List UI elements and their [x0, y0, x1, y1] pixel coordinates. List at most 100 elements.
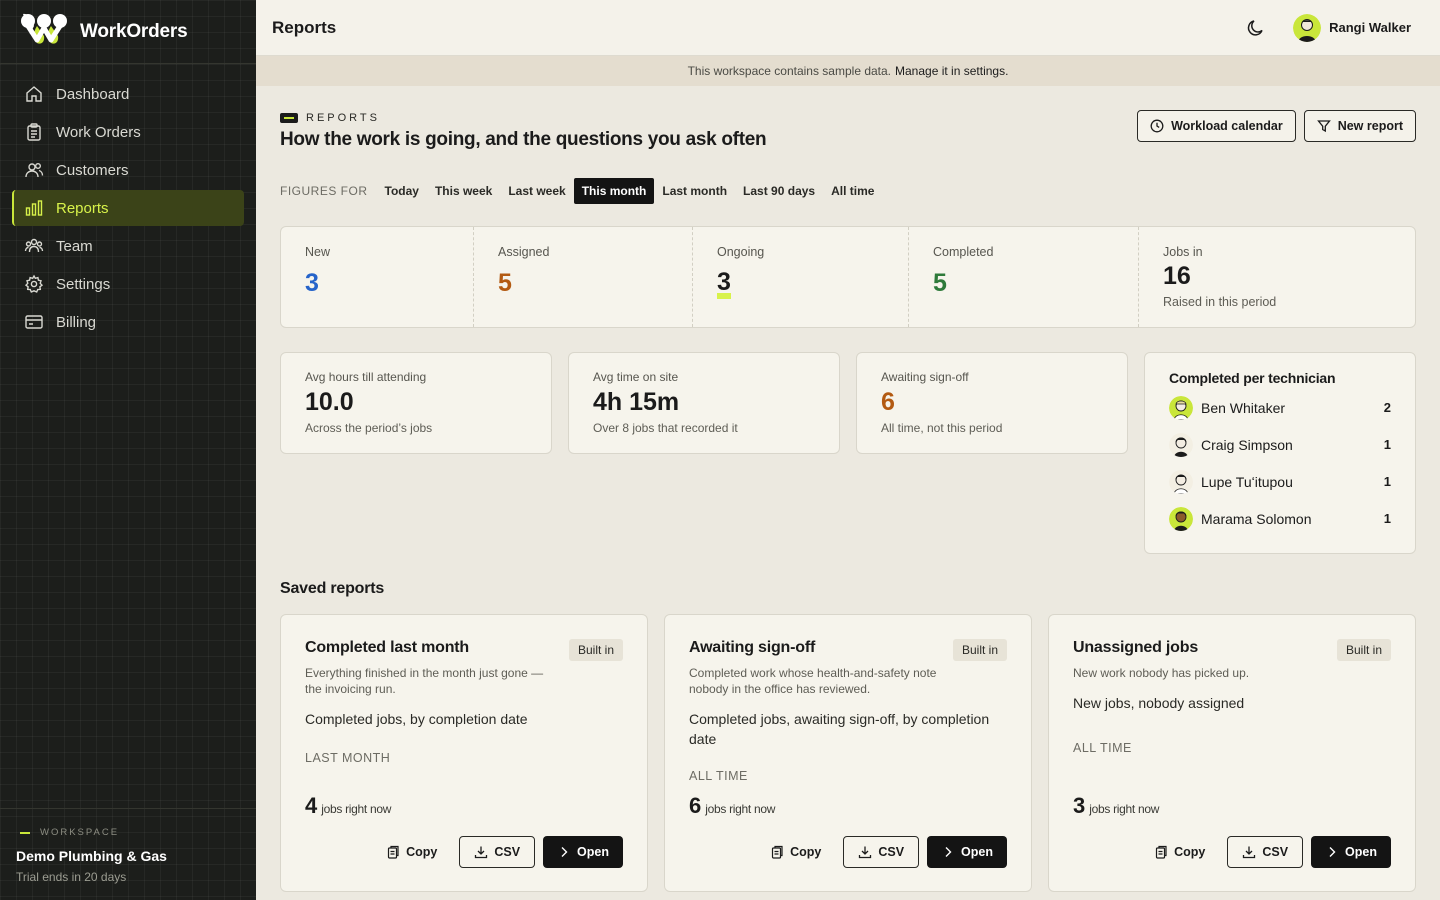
sidebar-item-label: Dashboard — [56, 85, 130, 103]
report-description: Everything finished in the month just go… — [305, 666, 544, 696]
card-icon — [24, 312, 44, 332]
built-in-badge: Built in — [952, 639, 1007, 661]
copy-icon — [1155, 845, 1167, 859]
avatar — [1169, 395, 1193, 420]
stat-value: 5 — [498, 269, 512, 297]
report-query: New jobs, nobody assigned — [1073, 695, 1245, 711]
stat-value: 3 — [717, 270, 731, 299]
sample-data-banner: This workspace contains sample data. Man… — [256, 56, 1440, 86]
technician-row[interactable]: Craig Simpson 1 — [1169, 426, 1391, 463]
report-description: Completed work whose health-and-safety n… — [689, 666, 937, 696]
sidebar: WorkOrders Dashboard Work Orders Custome… — [0, 0, 256, 900]
avatar — [1293, 13, 1322, 42]
report-count: 3 jobs right now — [1073, 793, 1160, 818]
new-report-button[interactable]: New report — [1303, 110, 1416, 142]
page-title: Reports — [272, 17, 337, 37]
report-query: Completed jobs, awaiting sign-off, by co… — [689, 711, 990, 747]
report-count: 6 jobs right now — [689, 793, 776, 818]
banner-text: This workspace contains sample data. — [687, 64, 892, 78]
trial-status: Trial ends in 20 days — [16, 870, 127, 884]
built-in-badge: Built in — [568, 639, 623, 661]
sidebar-item-label: Team — [56, 237, 93, 255]
report-count: 4 jobs right now — [305, 793, 392, 818]
metric-avg-time-on-site: Avg time on site 4h 15m Over 8 jobs that… — [568, 352, 840, 454]
report-query: Completed jobs, by completion date — [305, 711, 528, 727]
period-this-month[interactable]: This month — [573, 178, 655, 204]
status-summary-card: New 3 Assigned 5 Ongoing 3 Completed 5 J… — [280, 226, 1416, 328]
home-icon — [24, 84, 44, 104]
csv-download-button[interactable]: CSV — [459, 836, 536, 868]
saved-report-card: Completed last month Built in Everything… — [280, 614, 648, 892]
period-this-week[interactable]: This week — [427, 178, 500, 204]
workspace-switcher[interactable]: WORKSPACE Demo Plumbing & Gas Trial ends… — [0, 808, 256, 900]
period-label: FIGURES FOR — [280, 184, 368, 198]
csv-download-button[interactable]: CSV — [843, 836, 920, 868]
metric-avg-hours: Avg hours till attending 10.0 Across the… — [280, 352, 552, 454]
sidebar-nav: Dashboard Work Orders Customers Reports … — [0, 64, 256, 354]
sidebar-item-label: Settings — [56, 275, 111, 293]
sidebar-item-settings[interactable]: Settings — [12, 266, 244, 302]
saved-reports-heading: Saved reports — [280, 580, 385, 597]
workspace-label: WORKSPACE — [16, 827, 240, 838]
saved-reports-list: Completed last month Built in Everything… — [280, 614, 1416, 892]
sidebar-item-reports[interactable]: Reports — [12, 190, 244, 226]
sidebar-item-label: Customers — [56, 161, 129, 179]
brand[interactable]: WorkOrders — [0, 0, 256, 64]
gear-icon — [24, 274, 44, 294]
user-name: Rangi Walker — [1329, 20, 1411, 35]
chevron-right-icon — [945, 847, 952, 857]
technician-row[interactable]: Lupe Tuʻitupou 1 — [1169, 463, 1391, 500]
csv-download-button[interactable]: CSV — [1227, 836, 1304, 868]
app-name: WorkOrders — [80, 20, 188, 42]
bar-chart-icon — [24, 198, 44, 218]
open-report-button[interactable]: Open — [927, 836, 1007, 868]
section-eyebrow: REPORTS — [280, 112, 380, 124]
page-headline: How the work is going, and the questions… — [280, 129, 767, 150]
sidebar-item-team[interactable]: Team — [12, 228, 244, 264]
theme-toggle-moon-icon[interactable] — [1245, 17, 1267, 39]
sidebar-item-customers[interactable]: Customers — [12, 152, 244, 188]
stat-ongoing[interactable]: Ongoing 3 — [693, 227, 909, 327]
user-menu[interactable]: Rangi Walker — [1293, 13, 1411, 42]
open-report-button[interactable]: Open — [1311, 836, 1391, 868]
topbar: Reports Rangi Walker — [256, 0, 1440, 56]
stat-jobs-in[interactable]: Jobs in 16 Raised in this period — [1139, 227, 1415, 327]
workload-calendar-button[interactable]: Workload calendar — [1137, 110, 1296, 142]
avatar — [1169, 469, 1193, 494]
workorders-logo-icon — [20, 12, 68, 51]
sidebar-item-dashboard[interactable]: Dashboard — [12, 76, 244, 112]
chevron-right-icon — [1329, 847, 1336, 857]
metric-awaiting-signoff[interactable]: Awaiting sign-off 6 All time, not this p… — [856, 352, 1128, 454]
period-last-month[interactable]: Last month — [654, 178, 735, 204]
stat-value: 5 — [933, 269, 947, 297]
sidebar-item-work-orders[interactable]: Work Orders — [12, 114, 244, 150]
open-report-button[interactable]: Open — [543, 836, 623, 868]
sidebar-item-billing[interactable]: Billing — [12, 304, 244, 340]
technician-row[interactable]: Marama Solomon 1 — [1169, 500, 1391, 537]
download-icon — [1243, 846, 1256, 859]
report-description: New work nobody has picked up. — [1073, 666, 1250, 680]
stat-value: 3 — [305, 269, 319, 297]
technician-row[interactable]: Ben Whitaker 2 — [1169, 389, 1391, 426]
download-icon — [859, 846, 872, 859]
copy-button[interactable]: Copy — [372, 836, 451, 868]
period-all-time[interactable]: All time — [823, 178, 882, 204]
download-icon — [475, 846, 488, 859]
sidebar-item-label: Work Orders — [56, 123, 141, 141]
period-last-week[interactable]: Last week — [500, 178, 573, 204]
copy-button[interactable]: Copy — [1140, 836, 1219, 868]
metric-cards: Avg hours till attending 10.0 Across the… — [280, 352, 1128, 454]
copy-icon — [387, 845, 399, 859]
chevron-right-icon — [561, 847, 568, 857]
technician-completions-card: Completed per technician Ben Whitaker 2 … — [1144, 352, 1416, 554]
period-last-90-days[interactable]: Last 90 days — [735, 178, 823, 204]
clipboard-icon — [24, 122, 44, 142]
team-icon — [24, 236, 44, 256]
built-in-badge: Built in — [1336, 639, 1391, 661]
stat-new[interactable]: New 3 — [281, 227, 474, 327]
copy-button[interactable]: Copy — [756, 836, 835, 868]
stat-assigned[interactable]: Assigned 5 — [474, 227, 693, 327]
banner-settings-link[interactable]: Manage it in settings. — [895, 64, 1008, 78]
period-today[interactable]: Today — [377, 178, 427, 204]
stat-completed[interactable]: Completed 5 — [909, 227, 1139, 327]
